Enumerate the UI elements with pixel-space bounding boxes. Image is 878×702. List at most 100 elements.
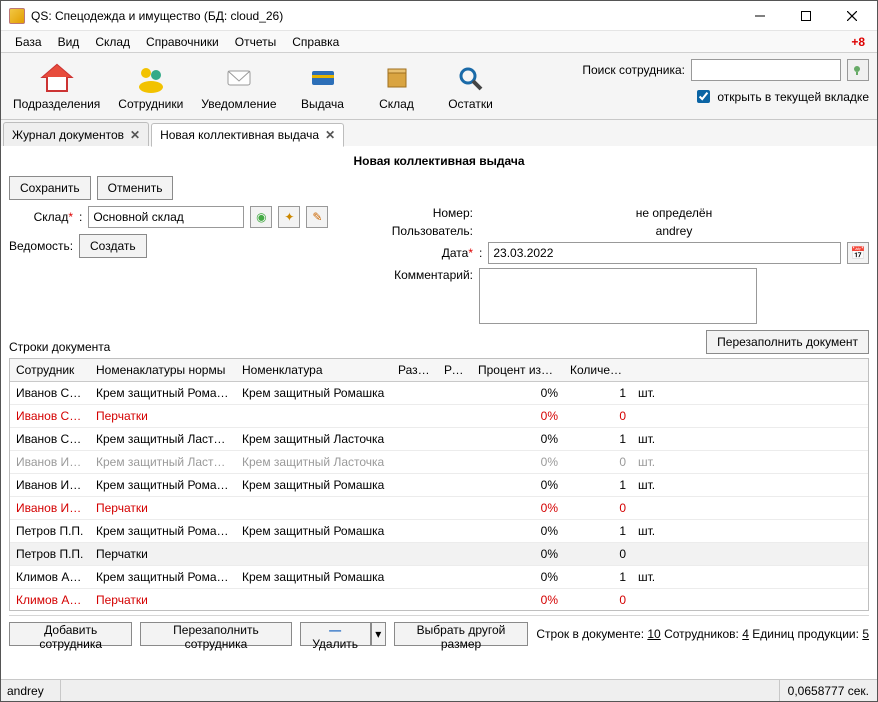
minimize-button[interactable] (737, 1, 783, 31)
toolbar-stock-label: Остатки (448, 97, 493, 111)
refill-document-button[interactable]: Перезаполнить документ (706, 330, 869, 354)
main-toolbar: Подразделения Сотрудники Уведомление Выд… (1, 53, 877, 120)
tab-new-issue[interactable]: Новая коллективная выдача ✕ (151, 123, 344, 147)
table-row[interactable]: Петров П.П.Перчатки0%0 (10, 543, 868, 566)
tab-journal-label: Журнал документов (12, 128, 124, 142)
date-label: Дата (369, 246, 473, 260)
save-button[interactable]: Сохранить (9, 176, 91, 200)
employee-search-input[interactable] (691, 59, 841, 81)
warehouse-edit-button[interactable]: ✎ (306, 206, 328, 228)
minus-icon: — (329, 623, 341, 637)
toolbar-stock[interactable]: Остатки (439, 59, 503, 113)
toolbar-issue-label: Выдача (301, 97, 344, 111)
create-vedomost-button[interactable]: Создать (79, 234, 147, 258)
lines-label: Строки документа (9, 340, 110, 354)
table-row[interactable]: Иванов С.П.Крем защитный РомашкаКрем защ… (10, 382, 868, 405)
open-in-tab-label: открыть в текущей вкладке (717, 90, 869, 104)
table-row[interactable]: Иванов И.И.Крем защитный ЛасточкаКрем за… (10, 451, 868, 474)
delete-dropdown[interactable]: ▾ (371, 622, 386, 646)
table-row[interactable]: Иванов И.И.Перчатки0%0 (10, 497, 868, 520)
stat-employees: 4 (742, 627, 749, 641)
status-bar: andrey 0,0658777 сек. (1, 679, 877, 701)
menu-view[interactable]: Вид (50, 33, 88, 51)
people-icon (131, 61, 171, 95)
col-employee[interactable]: Сотрудник (10, 359, 90, 381)
warehouse-pick-button[interactable]: ◉ (250, 206, 272, 228)
user-label: Пользователь: (369, 224, 473, 238)
number-label: Номер: (369, 206, 473, 220)
table-row[interactable]: Климов А.М.Перчатки0%0 (10, 589, 868, 610)
col-norm[interactable]: Номенаклатуры нормы (90, 359, 236, 381)
col-height[interactable]: Рост (438, 359, 472, 381)
table-row[interactable]: Климов А.М.Крем защитный РомашкаКрем защ… (10, 566, 868, 589)
warehouse-input[interactable] (88, 206, 244, 228)
col-size[interactable]: Размер (392, 359, 438, 381)
toolbar-notify-label: Уведомление (201, 97, 276, 111)
close-icon[interactable]: ✕ (130, 128, 140, 142)
table-row[interactable]: Иванов С.П.Перчатки0%0 (10, 405, 868, 428)
toolbar-issue[interactable]: Выдача (291, 59, 355, 113)
choose-size-button[interactable]: Выбрать другой размер (394, 622, 529, 646)
home-icon (37, 61, 77, 95)
stat-units: 5 (862, 627, 869, 641)
toolbar-employees[interactable]: Сотрудники (114, 59, 187, 113)
menu-database[interactable]: База (7, 33, 50, 51)
menu-help[interactable]: Справка (284, 33, 347, 51)
card-icon (303, 61, 343, 95)
tab-new-issue-label: Новая коллективная выдача (160, 128, 319, 142)
add-employee-button[interactable]: Добавить сотрудника (9, 622, 132, 646)
toolbar-employees-label: Сотрудники (118, 97, 183, 111)
date-input[interactable] (488, 242, 841, 264)
window-title: QS: Спецодежда и имущество (БД: cloud_26… (31, 9, 737, 23)
delete-split-button[interactable]: — Удалить ▾ (300, 622, 386, 646)
chevron-down-icon: ▾ (375, 627, 381, 641)
person-icon: ◉ (256, 210, 266, 224)
menu-catalogs[interactable]: Справочники (138, 33, 227, 51)
close-button[interactable] (829, 1, 875, 31)
number-value: не определён (479, 206, 869, 220)
refill-employee-button[interactable]: Перезаполнить сотрудника (140, 622, 291, 646)
box-icon (377, 61, 417, 95)
toolbar-warehouse[interactable]: Склад (365, 59, 429, 113)
status-middle (61, 680, 780, 701)
warehouse-add-button[interactable]: ✦ (278, 206, 300, 228)
col-wear-pct[interactable]: Процент износа (472, 359, 564, 381)
toolbar-warehouse-label: Склад (379, 97, 414, 111)
date-picker-button[interactable]: 📅 (847, 242, 869, 264)
col-nomenclature[interactable]: Номенклатура (236, 359, 392, 381)
table-row[interactable]: Иванов И.И.Крем защитный РомашкаКрем защ… (10, 474, 868, 497)
vedomost-label: Ведомость: (9, 239, 73, 253)
stat-rows: 10 (647, 627, 660, 641)
menu-warehouse[interactable]: Склад (87, 33, 138, 51)
table-row[interactable]: Петров П.П.Крем защитный РомашкаКрем защ… (10, 520, 868, 543)
toolbar-departments-label: Подразделения (13, 97, 100, 111)
toolbar-departments[interactable]: Подразделения (9, 59, 104, 113)
search-icon (451, 61, 491, 95)
col-qty[interactable]: Количество (564, 359, 632, 381)
document-area: Новая коллективная выдача Сохранить Отме… (1, 146, 877, 679)
cancel-button[interactable]: Отменить (97, 176, 174, 200)
tabs: Журнал документов ✕ Новая коллективная в… (1, 120, 877, 146)
comment-textarea[interactable] (479, 268, 757, 324)
mail-icon (219, 61, 259, 95)
menu-reports[interactable]: Отчеты (227, 33, 284, 51)
delete-button[interactable]: — Удалить (300, 622, 371, 646)
plus-icon: ✦ (284, 210, 294, 224)
lines-grid: Сотрудник Номенаклатуры нормы Номенклату… (9, 358, 869, 611)
search-label: Поиск сотрудника: (582, 63, 685, 77)
close-icon[interactable]: ✕ (325, 128, 335, 142)
col-unit[interactable] (632, 359, 692, 381)
main-menu: База Вид Склад Справочники Отчеты Справк… (1, 31, 877, 53)
updates-badge[interactable]: +8 (851, 35, 871, 49)
open-in-tab-checkbox[interactable]: открыть в текущей вкладке (693, 87, 869, 106)
pencil-icon: ✎ (312, 210, 322, 224)
warehouse-field-label: Склад (9, 210, 73, 224)
toolbar-notify[interactable]: Уведомление (197, 59, 280, 113)
calendar-icon: 📅 (851, 246, 866, 260)
open-in-tab-input[interactable] (697, 90, 710, 103)
tab-journal[interactable]: Журнал документов ✕ (3, 122, 149, 146)
employee-search-go[interactable] (847, 59, 869, 81)
status-timing: 0,0658777 сек. (780, 680, 877, 701)
table-row[interactable]: Иванов С.П.Крем защитный ЛасточкаКрем за… (10, 428, 868, 451)
maximize-button[interactable] (783, 1, 829, 31)
